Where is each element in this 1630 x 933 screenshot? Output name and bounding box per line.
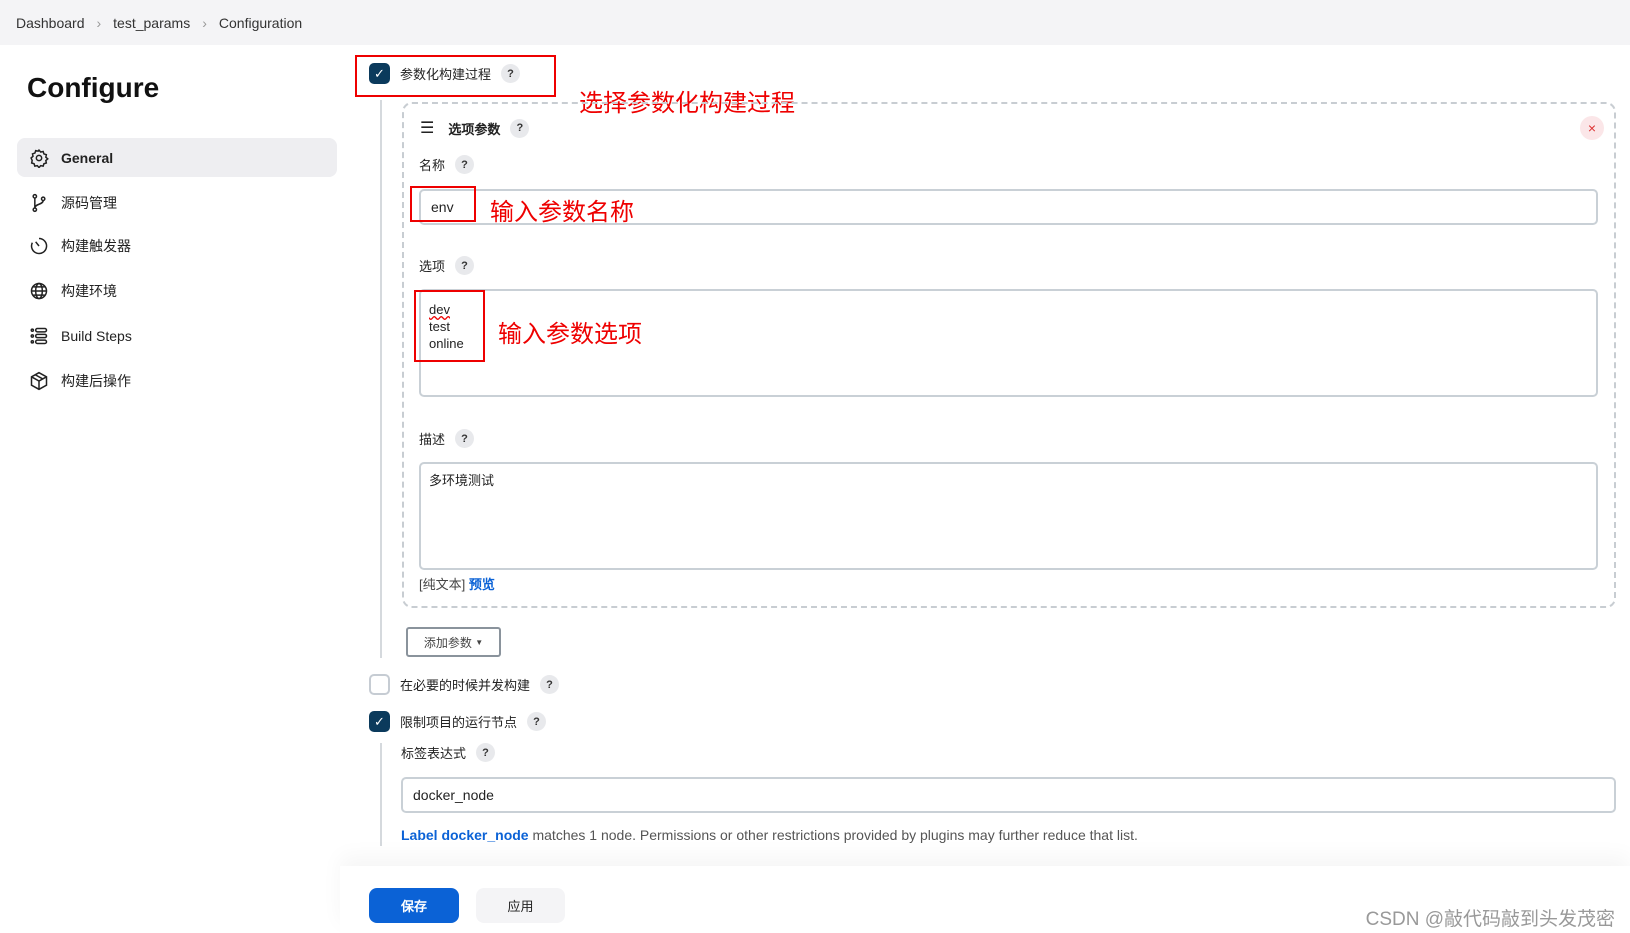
breadcrumb: Dashboard › test_params › Configuration xyxy=(0,0,1630,45)
description-value: 多环境测试 xyxy=(429,473,495,488)
expression-value: docker_node xyxy=(413,787,494,803)
parameterized-checkbox[interactable]: ✓ xyxy=(369,63,390,84)
description-field-label: 描述? xyxy=(419,429,475,448)
globe-icon xyxy=(30,282,48,299)
parameterized-option: ✓ 参数化构建过程 ? xyxy=(369,63,521,84)
sidebar-item-general[interactable]: General xyxy=(17,138,337,177)
chevron-right-icon: › xyxy=(96,14,102,31)
drag-handle-icon[interactable]: ☰ xyxy=(420,118,434,138)
restrict-checkbox[interactable]: ✓ xyxy=(369,711,390,732)
param-title: 选项参数 xyxy=(448,121,501,137)
help-icon[interactable]: ? xyxy=(501,64,521,83)
label-expression-label: 标签表达式? xyxy=(401,743,496,762)
watermark: CSDN @敲代码敲到头发茂密 xyxy=(1365,909,1615,930)
help-icon[interactable]: ? xyxy=(476,743,496,762)
annotation-box xyxy=(414,290,485,362)
add-parameter-button[interactable]: 添加参数 ▼ xyxy=(406,627,501,657)
button-label: 添加参数 xyxy=(423,635,472,650)
sidebar-item-post-build[interactable]: 构建后操作 xyxy=(17,361,337,400)
help-icon[interactable]: ? xyxy=(510,118,530,138)
choices-field-label: 选项? xyxy=(419,256,475,275)
info-text: matches 1 node. Permissions or other res… xyxy=(528,827,1138,843)
caret-down-icon: ▼ xyxy=(475,637,484,647)
button-label: 保存 xyxy=(400,899,427,914)
plain-text-label: [纯文本] xyxy=(419,577,466,592)
preview-link[interactable]: 预览 xyxy=(469,577,495,592)
branch-icon xyxy=(32,193,46,212)
sidebar-item-label: 源码管理 xyxy=(61,194,117,211)
restrict-label: 限制项目的运行节点 xyxy=(400,715,518,730)
sidebar-item-label: 构建后操作 xyxy=(61,372,131,389)
list-icon xyxy=(30,327,48,344)
concurrent-checkbox[interactable] xyxy=(369,674,390,695)
parameterized-label: 参数化构建过程 xyxy=(400,67,492,82)
annotation-text: 输入参数名称 xyxy=(490,199,634,226)
label-text: 名称 xyxy=(419,158,446,173)
description-textarea[interactable]: 多环境测试 xyxy=(419,462,1598,570)
sidebar-item-label: General xyxy=(61,149,114,166)
restrict-option: ✓ 限制项目的运行节点 ? xyxy=(369,711,547,732)
breadcrumb-dashboard[interactable]: Dashboard xyxy=(16,15,85,31)
sidebar-item-label: 构建触发器 xyxy=(61,237,131,254)
concurrent-label: 在必要的时候并发构建 xyxy=(400,678,531,693)
sidebar-item-triggers[interactable]: 构建触发器 xyxy=(17,226,337,265)
help-icon[interactable]: ? xyxy=(455,256,475,275)
timer-icon xyxy=(30,237,48,254)
help-icon[interactable]: ? xyxy=(455,429,475,448)
sidebar-item-scm[interactable]: 源码管理 xyxy=(17,183,337,222)
help-icon[interactable]: ? xyxy=(540,675,560,694)
section-divider xyxy=(380,100,382,658)
close-icon[interactable]: × xyxy=(1580,116,1604,140)
label-link[interactable]: Label docker_node xyxy=(401,827,529,843)
label-text: 标签表达式 xyxy=(401,746,467,761)
format-hint: [纯文本] 预览 xyxy=(419,574,495,593)
param-header: ☰ 选项参数 ? xyxy=(420,118,530,138)
page-title: Configure xyxy=(27,72,160,103)
gear-icon xyxy=(30,148,49,168)
annotation-box xyxy=(410,186,476,222)
section-divider xyxy=(380,743,382,846)
label-text: 描述 xyxy=(419,432,446,447)
help-icon[interactable]: ? xyxy=(527,712,547,731)
label-text: 选项 xyxy=(419,259,446,274)
annotation-text: 输入参数选项 xyxy=(498,321,642,348)
help-icon[interactable]: ? xyxy=(455,155,475,174)
apply-button[interactable]: 应用 xyxy=(476,888,565,923)
package-icon xyxy=(30,371,48,390)
breadcrumb-configuration[interactable]: Configuration xyxy=(219,15,302,31)
concurrent-option: 在必要的时候并发构建 ? xyxy=(369,674,560,695)
sidebar-item-label: 构建环境 xyxy=(61,282,117,299)
label-expression-input[interactable]: docker_node xyxy=(401,777,1616,813)
sidebar-item-build-steps[interactable]: Build Steps xyxy=(17,316,337,355)
chevron-right-icon: › xyxy=(202,14,207,31)
sidebar-item-environment[interactable]: 构建环境 xyxy=(17,271,337,310)
button-label: 应用 xyxy=(507,899,534,914)
save-button[interactable]: 保存 xyxy=(369,888,459,923)
breadcrumb-job[interactable]: test_params xyxy=(113,15,190,31)
name-field-label: 名称? xyxy=(419,155,475,174)
sidebar-item-label: Build Steps xyxy=(61,327,132,344)
label-match-info: Label docker_node matches 1 node. Permis… xyxy=(401,827,1138,843)
